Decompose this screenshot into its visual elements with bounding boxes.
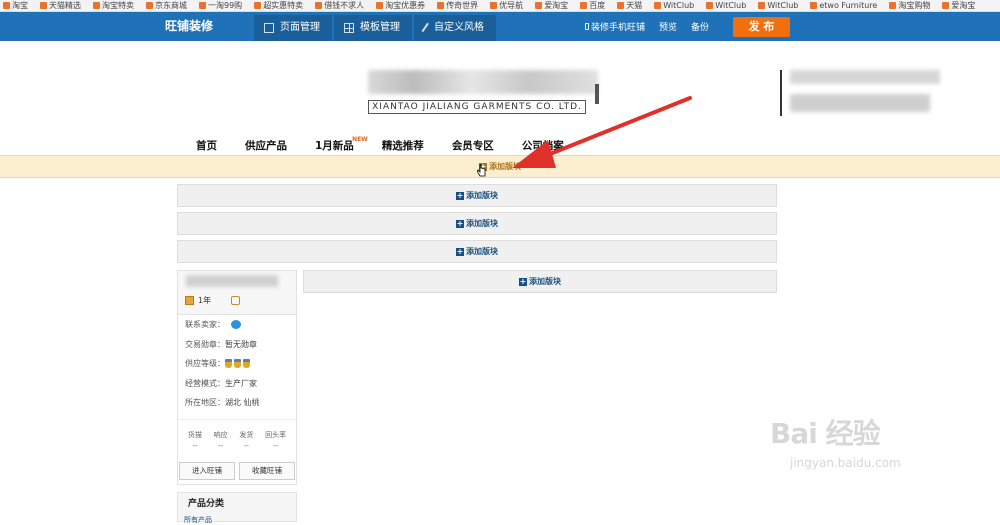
arrow-shaft bbox=[533, 96, 692, 162]
hand-cursor-icon bbox=[477, 164, 486, 177]
baidu-watermark: Bai 经验 jingyan.baidu.com bbox=[770, 412, 970, 512]
watermark-url: jingyan.baidu.com bbox=[790, 456, 901, 470]
watermark-logo: Bai 经验 bbox=[770, 417, 881, 450]
arrow-head bbox=[512, 140, 556, 168]
